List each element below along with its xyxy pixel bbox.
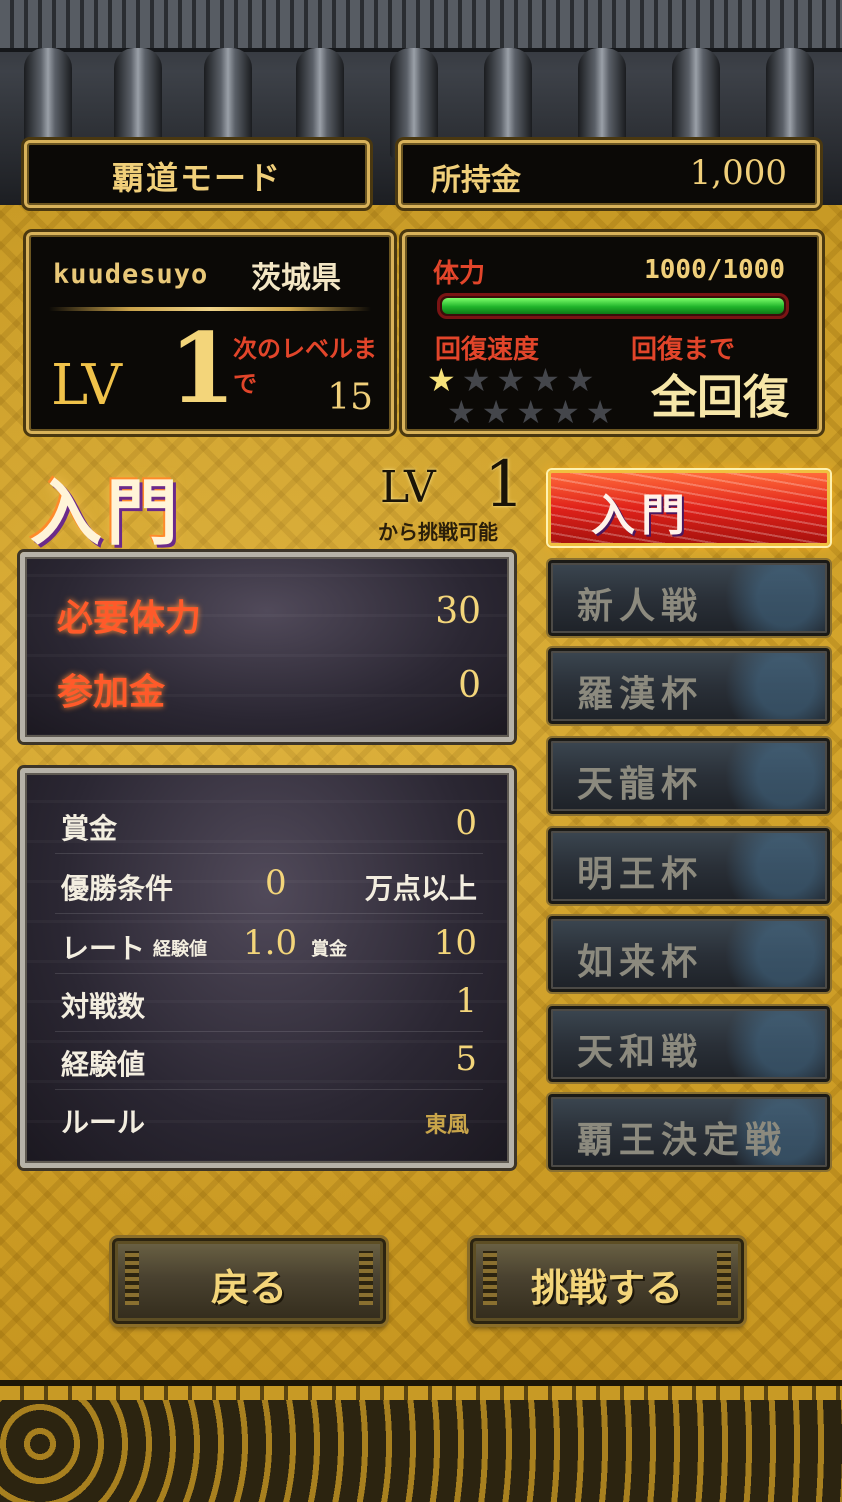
money-label: 所持金 (431, 163, 521, 198)
star-empty-icon: ★ (481, 393, 517, 431)
exp-label: 経験値 (61, 1048, 146, 1081)
username: kuudesuyo (53, 259, 209, 290)
back-button-label: 戻る (210, 1265, 287, 1310)
rank-button-label: 天龍杯 (577, 763, 704, 805)
rate-exp-label: 経験値 (153, 939, 207, 960)
stamina-panel: 体力 1000/1000 回復速度 回復まで ★★★★★ ★★★★★ 全回復 (402, 232, 822, 434)
prize-value: 0 (455, 803, 477, 843)
money-value: 1,000 (689, 153, 787, 193)
rank-button[interactable]: 覇王決定戦 (548, 1094, 830, 1170)
rank-button[interactable]: 新人戦 (548, 560, 830, 636)
matches-label: 対戦数 (61, 990, 146, 1023)
stamina-bar (437, 293, 789, 319)
rate-exp-value: 1.0 (243, 923, 298, 963)
recovery-status: 全回復 (651, 370, 789, 424)
star-empty-icon: ★ (516, 393, 552, 431)
profile-panel: kuudesuyo 茨城県 LV 1 次のレベルまで 15 (26, 232, 394, 434)
level-value: 1 (169, 312, 236, 425)
required-level-note: から挑戦可能 (378, 520, 498, 544)
matches-row: 対戦数 1 (55, 973, 483, 1032)
rank-button-label: 天和戦 (577, 1031, 704, 1073)
stamina-label: 体力 (433, 259, 486, 289)
matches-value: 1 (455, 981, 477, 1021)
prefecture: 茨城県 (251, 261, 341, 296)
required-stamina-row: 必要体力 30 (57, 589, 481, 649)
rank-button[interactable]: 天龍杯 (548, 738, 830, 814)
mode-title: 覇道モード (111, 159, 282, 197)
rank-button-label: 如来杯 (577, 941, 704, 983)
rank-button[interactable]: 明王杯 (548, 828, 830, 904)
exp-value: 5 (455, 1039, 477, 1079)
rank-button[interactable]: 入門 (548, 470, 830, 546)
rank-button-label: 新人戦 (577, 585, 704, 627)
win-condition-label: 優勝条件 (61, 872, 174, 905)
win-condition-row: 優勝条件 0 万点以上 (55, 855, 483, 914)
challenge-button[interactable]: 挑戦する (470, 1238, 744, 1324)
required-level-value: 1 (484, 448, 525, 522)
prize-label: 賞金 (61, 812, 118, 845)
rate-prize-value: 10 (433, 923, 477, 963)
stamina-value: 1000/1000 (644, 255, 785, 285)
challenge-button-label: 挑戦する (530, 1265, 683, 1310)
ornament-divider (49, 307, 371, 311)
next-level-value: 15 (327, 377, 373, 418)
level-label: LV (51, 353, 122, 418)
rule-row: ルール 東風 (55, 1089, 483, 1147)
rate-prize-label: 賞金 (311, 939, 347, 960)
rank-button[interactable]: 羅漢杯 (548, 648, 830, 724)
star-empty-icon: ★ (447, 393, 482, 431)
rank-button-label: 羅漢杯 (577, 673, 704, 715)
required-level-label: LV (380, 462, 436, 513)
requirements-panel: 必要体力 30 参加金 0 (20, 552, 514, 742)
rule-value: 東風 (424, 1112, 469, 1138)
star-empty-icon: ★ (585, 393, 621, 431)
money-box: 所持金 1,000 (398, 140, 820, 208)
rank-button-label: 覇王決定戦 (577, 1119, 788, 1161)
mode-title-box: 覇道モード (24, 140, 370, 208)
star-empty-icon: ★ (551, 393, 586, 431)
rate-row: レート 経験値 1.0 賞金 10 (55, 915, 483, 974)
rank-button-label: 明王杯 (577, 853, 704, 895)
stamina-bar-fill (442, 298, 784, 314)
required-stamina-label: 必要体力 (57, 597, 202, 639)
rule-label: ルール (61, 1106, 146, 1139)
back-button[interactable]: 戻る (112, 1238, 386, 1324)
rank-title: 入門 (30, 470, 183, 555)
rank-button[interactable]: 天和戦 (548, 1006, 830, 1082)
entry-fee-value: 0 (458, 665, 481, 706)
bottom-ornament-band (0, 1380, 842, 1502)
tournament-info-panel: 賞金 0 優勝条件 0 万点以上 レート 経験値 1.0 賞金 10 対戦数 1… (20, 768, 514, 1168)
rate-label: レート (61, 932, 146, 965)
required-stamina-value: 30 (435, 591, 481, 632)
rank-button-label: 入門 (591, 490, 691, 541)
rank-button[interactable]: 如来杯 (548, 916, 830, 992)
entry-fee-label: 参加金 (57, 671, 166, 713)
win-condition-value: 0 (265, 863, 287, 903)
recovery-stars-row: ★★★★★ (447, 393, 620, 431)
prize-row: 賞金 0 (55, 795, 483, 854)
win-condition-suffix: 万点以上 (364, 872, 477, 905)
entry-fee-row: 参加金 0 (57, 663, 481, 723)
roof-ridge (0, 0, 842, 52)
exp-row: 経験値 5 (55, 1031, 483, 1090)
